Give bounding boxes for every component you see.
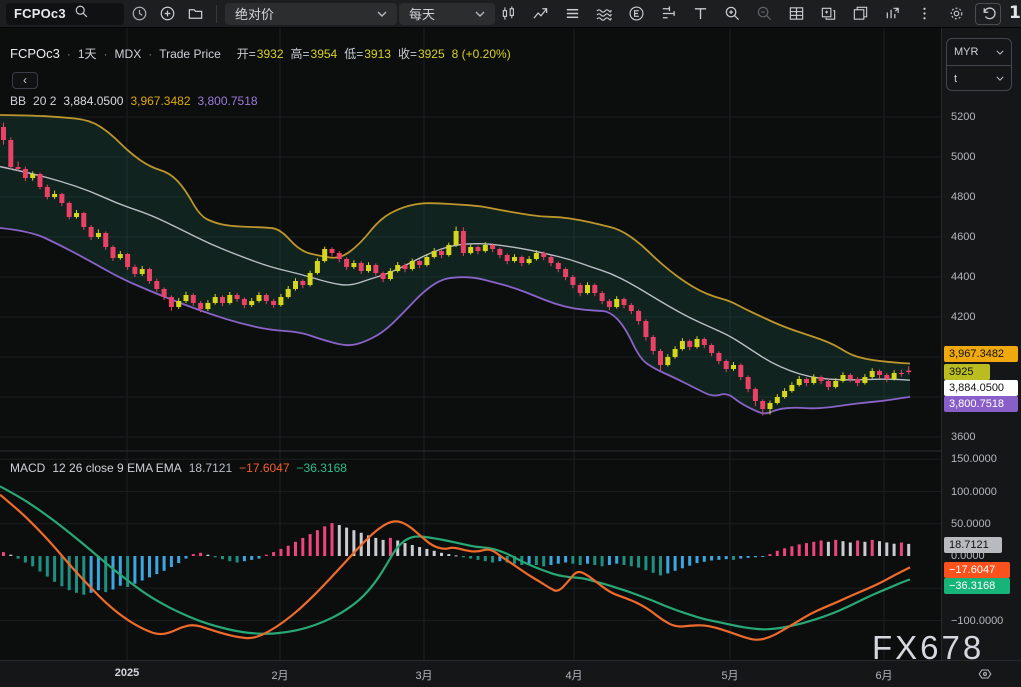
more-options-icon[interactable]	[911, 3, 937, 25]
toolbar-separator	[216, 4, 217, 23]
layout-grid-icon[interactable]	[783, 3, 809, 25]
axis-tick: 100.0000	[951, 486, 997, 498]
macd-signal-value: −36.3168	[296, 461, 347, 475]
trade-panel-icon[interactable]	[879, 3, 905, 25]
time-axis-label[interactable]: 4月	[550, 667, 598, 683]
axis-tick: 50.0000	[951, 518, 991, 530]
price-label-badge: 3,967.3482	[944, 346, 1018, 362]
clock-icon[interactable]	[126, 3, 152, 25]
folder-icon[interactable]	[182, 3, 208, 25]
macd-legend[interactable]: MACD 12 26 close 9 EMA EMA 18.7121 −17.6…	[10, 461, 347, 475]
legend-symbol: FCPOc3	[10, 46, 60, 61]
macd-name: MACD	[10, 461, 46, 475]
price-display-value: 绝对价	[235, 7, 275, 22]
bb-upper-value: 3,967.3482	[130, 94, 191, 108]
search-icon	[74, 4, 89, 24]
axis-tick: 5000	[951, 151, 976, 163]
high-value: 3954	[310, 46, 338, 61]
events-icon[interactable]	[623, 3, 649, 25]
zoom-in-icon[interactable]	[719, 3, 745, 25]
chart-region: FCPOc3 · 1天 · MDX · Trade Price 开= 3932 高…	[0, 28, 1021, 687]
axis-tick: 4400	[951, 271, 976, 283]
toolbar-left-group: FCPOc3 绝对价 每天	[6, 0, 495, 27]
time-axis-label[interactable]: 5月	[706, 667, 754, 683]
indicators-icon[interactable]	[591, 3, 617, 25]
close-value: 3925	[417, 46, 445, 61]
symbol-search[interactable]: FCPOc3	[6, 2, 124, 25]
chart-canvas[interactable]	[0, 28, 941, 660]
chevron-down-icon	[475, 11, 485, 17]
time-axis-label[interactable]: 6月	[860, 667, 908, 683]
unit-selector[interactable]: t	[947, 65, 1011, 91]
axis-tick: 150.0000	[951, 453, 997, 465]
legend-interval: 1天	[77, 47, 97, 61]
bb-name: BB	[10, 94, 27, 108]
axis-tick: −100.0000	[951, 615, 1004, 627]
price-label-badge: 3925	[944, 364, 990, 380]
interval-value: 每天	[409, 7, 436, 22]
tradingview-chart-app: FCPOc3 绝对价 每天 1 FCPOc3 · 1天 · MDX · Trad…	[0, 0, 1021, 687]
top-toolbar: FCPOc3 绝对价 每天 1	[0, 0, 1021, 28]
screenshot-icon[interactable]	[815, 3, 841, 25]
price-label-badge: 3,884.0500	[944, 380, 1018, 396]
templates-icon[interactable]	[559, 3, 585, 25]
price-label-badge: 18.7121	[944, 537, 1002, 553]
settings-icon[interactable]	[943, 3, 969, 25]
bb-basis-value: 3,884.0500	[63, 94, 124, 108]
axis-tick: 4200	[951, 311, 976, 323]
macd-line-value: −17.6047	[239, 461, 290, 475]
bb-legend[interactable]: BB 20 2 3,884.0500 3,967.3482 3,800.7518	[10, 94, 258, 108]
price-label-badge: −36.3168	[944, 578, 1010, 594]
toolbar-right-group: 17	[495, 0, 1021, 27]
chevron-down-icon	[996, 50, 1004, 55]
bb-lower-value: 3,800.7518	[197, 94, 258, 108]
measure-icon[interactable]	[655, 3, 681, 25]
symbol-name: FCPOc3	[14, 6, 66, 21]
macd-hist-value: 18.7121	[188, 461, 233, 475]
axis-tick: 3600	[951, 431, 976, 443]
macd-params: 12 26 close 9 EMA EMA	[52, 461, 182, 475]
text-tool-icon[interactable]	[687, 3, 713, 25]
time-axis-label[interactable]: 2月	[256, 667, 304, 683]
zoom-out-icon[interactable]	[751, 3, 777, 25]
chevron-down-icon	[377, 11, 387, 17]
low-value: 3913	[364, 46, 391, 61]
price-label-badge: −17.6047	[944, 562, 1010, 578]
window-layout-icon[interactable]	[847, 3, 873, 25]
axis-tick: 4800	[951, 191, 976, 203]
currency-unit-selector: MYR t	[946, 38, 1012, 91]
legend-collapse-button[interactable]: ‹	[12, 72, 38, 89]
price-display-dropdown[interactable]: 绝对价	[225, 2, 397, 25]
interval-dropdown[interactable]: 每天	[399, 2, 495, 25]
bb-params: 20 2	[33, 94, 57, 108]
chevron-down-icon	[996, 76, 1004, 81]
price-label-badge: 3,800.7518	[944, 396, 1018, 412]
open-value: 3932	[256, 46, 284, 61]
undo-icon[interactable]	[975, 2, 1001, 25]
symbol-legend[interactable]: FCPOc3 · 1天 · MDX · Trade Price 开= 3932 高…	[10, 45, 511, 62]
compare-icon[interactable]	[527, 3, 553, 25]
axis-tick: 4600	[951, 231, 976, 243]
time-axis-label[interactable]: 3月	[400, 667, 448, 683]
legend-series: Trade Price	[159, 46, 221, 61]
tradingview-logo[interactable]: 17	[1007, 3, 1021, 25]
time-axis-label[interactable]: 2025	[103, 667, 151, 679]
change-value: 8 (+0.20%)	[451, 46, 511, 61]
time-axis[interactable]: 2025 2月 3月 4月 5月 6月	[0, 660, 1021, 687]
candlestick-style-icon[interactable]	[495, 3, 521, 25]
legend-exchange: MDX	[114, 46, 142, 61]
axis-tick: 5200	[951, 111, 976, 123]
timezone-menu-icon[interactable]	[977, 666, 993, 687]
currency-selector[interactable]: MYR	[947, 39, 1011, 65]
add-symbol-icon[interactable]	[154, 3, 180, 25]
price-axis[interactable]: MYR t 5200 5000 4800 4600 4400 4200 3600 150.00…	[941, 28, 1021, 660]
